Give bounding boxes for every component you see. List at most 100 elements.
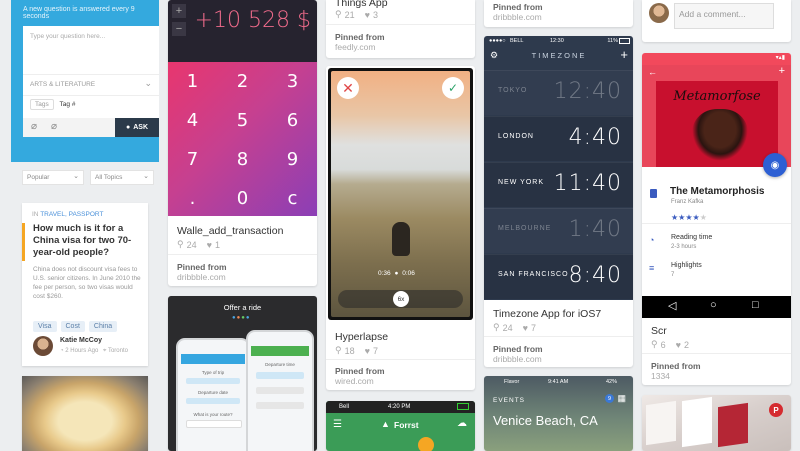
events-card[interactable]: Flavor 9:41 AM 42% EVENTS 9 ▦ Venice Bea… (484, 376, 633, 451)
pinned-source[interactable]: feedly.com (335, 42, 375, 52)
timezone-row[interactable]: LONDON 4:40 (484, 116, 633, 161)
avatar[interactable] (33, 336, 53, 356)
back-arrow-icon[interactable]: ← (648, 67, 657, 77)
clock-icon: ◔ (649, 235, 655, 245)
question-category-link[interactable]: TRAVEL, PASSPORT (40, 211, 103, 218)
menu-icon[interactable]: ☰ (333, 419, 342, 430)
key-dot[interactable]: . (168, 179, 217, 217)
tag-visa[interactable]: Visa (33, 321, 57, 332)
event-place[interactable]: Venice Beach, CA (493, 413, 598, 428)
filter-topics-select[interactable]: All Topics ⌄ (90, 170, 154, 185)
tags-chip[interactable]: Tags (30, 99, 54, 110)
pinned-source[interactable]: dribbble.com (493, 354, 542, 364)
timezone-row[interactable]: TOKYO 12:40 (484, 70, 633, 115)
departure-time-segment[interactable] (256, 372, 304, 379)
key-4[interactable]: 4 (168, 101, 217, 139)
pinned-label: Pinned from (335, 32, 385, 42)
key-6[interactable]: 6 (268, 101, 317, 139)
minus-icon[interactable]: − (172, 22, 186, 36)
ask-button[interactable]: ● ASK (115, 118, 159, 137)
question-title[interactable]: How much is it for a China visa for two … (33, 223, 143, 259)
signal-icon: ●●●●○ (489, 38, 506, 44)
key-9[interactable]: 9 (268, 140, 317, 178)
amount-display: +10 528 $ (194, 8, 311, 33)
check-button[interactable]: ✓ (442, 77, 464, 99)
pin-title[interactable]: Hyperlapse (335, 331, 388, 343)
pin-title[interactable]: Walle_add_transaction (177, 225, 283, 237)
saves-stat: ⚲ 21 (335, 9, 355, 20)
speed-slider[interactable]: 6x (338, 290, 463, 308)
tag-cost[interactable]: Cost (60, 321, 85, 332)
key-7[interactable]: 7 (168, 140, 217, 178)
fashion-app-card[interactable]: P (642, 395, 791, 451)
add-icon[interactable]: + (172, 4, 186, 18)
speed-knob[interactable]: 6x (393, 291, 409, 307)
eye-fab-button[interactable]: ◉ (763, 153, 787, 177)
link-icon[interactable]: ⌀ (51, 121, 57, 132)
ride-app-card[interactable]: Offer a ride ●●●● Type of trip Departure… (168, 296, 317, 451)
pin-title[interactable]: Timezone App for iOS7 (493, 308, 601, 320)
route-input[interactable] (186, 420, 242, 428)
events-label: EVENTS (493, 397, 526, 404)
option-segment[interactable] (256, 402, 304, 409)
tag-input[interactable]: Tag # (60, 101, 76, 108)
key-5[interactable]: 5 (218, 101, 267, 139)
key-clear[interactable]: c (268, 179, 317, 217)
attachment-bar: ⌀ ⌀ ● ASK (23, 118, 159, 137)
key-8[interactable]: 8 (218, 140, 267, 178)
trim-times: 0:36 ● 0:06 (378, 270, 415, 277)
carrier: Flavor (504, 379, 520, 385)
avatar[interactable] (649, 3, 669, 23)
calculator-card[interactable]: + − +10 528 $ 1 2 3 4 5 6 7 8 9 . 0 c Wa… (168, 0, 317, 286)
pinned-source[interactable]: dribbble.com (177, 272, 226, 282)
option-segment[interactable] (256, 387, 304, 394)
author-name[interactable]: Katie McCoy (60, 337, 102, 344)
grid-icon[interactable]: ▦ (617, 393, 626, 404)
add-zone-icon[interactable]: + (620, 47, 628, 62)
pin-title[interactable]: Scr (651, 325, 667, 337)
key-1[interactable]: 1 (168, 62, 217, 100)
timezone-city: LONDON (498, 133, 534, 140)
cloud-icon[interactable]: ☁ (457, 418, 467, 429)
author-time: 2 Hours Ago (65, 348, 99, 354)
timezone-row[interactable]: NEW YORK 11:40 (484, 162, 633, 207)
battery-icon (457, 403, 469, 410)
home-nav-icon[interactable]: ○ (710, 299, 717, 311)
pinterest-save-button[interactable]: P (769, 403, 783, 417)
key-3[interactable]: 3 (268, 62, 317, 100)
pinned-source[interactable]: wired.com (335, 376, 374, 386)
back-nav-icon[interactable]: ◁ (668, 299, 676, 312)
things-app-card[interactable]: Things App ⚲ 21 ♥ 3 Pinned from feedly.com (326, 0, 475, 58)
playhead-icon[interactable]: ● (394, 270, 398, 277)
pinned-source[interactable]: 1334 (651, 371, 670, 381)
top-pin-card[interactable]: Pinned from dribbble.com (484, 0, 633, 27)
timezone-row[interactable]: MELBOURNE 1:40 (484, 208, 633, 253)
question-card[interactable]: IN TRAVEL, PASSPORT How much is it for a… (22, 203, 148, 366)
comment-card: Add a comment... (642, 0, 791, 42)
tag-china[interactable]: China (88, 321, 118, 332)
key-0[interactable]: 0 (218, 179, 267, 217)
hyperlapse-card[interactable]: ✕ ✓ 0:36 ● 0:06 6x Hyperlapse ⚲ 18 ♥ 7 Pin… (326, 66, 475, 390)
saves-count: 6 (660, 339, 666, 350)
pin-title[interactable]: Things App (335, 0, 388, 9)
attach-icon[interactable]: ⌀ (31, 121, 37, 132)
timezone-card[interactable]: ●●●●○ BELL 12:30 11% ⚙ TIMEZONE + TOKYO 1… (484, 36, 633, 367)
pinned-source[interactable]: dribbble.com (493, 12, 542, 22)
comment-input[interactable]: Add a comment... (674, 3, 774, 29)
departure-date-segment[interactable] (186, 398, 240, 404)
close-button[interactable]: ✕ (337, 77, 359, 99)
likes-stat: ♥ 7 (523, 323, 536, 333)
add-icon[interactable]: + (779, 65, 785, 77)
filter-popular-select[interactable]: Popular ⌄ (22, 170, 84, 185)
forrst-card[interactable]: Bell 4:20 PM ☰ ▲ Forrst ☁ (326, 401, 475, 451)
key-2[interactable]: 2 (218, 62, 267, 100)
category-select[interactable]: ARTS & LITERATURE ⌄ (23, 74, 159, 96)
recents-nav-icon[interactable]: □ (752, 299, 759, 311)
book-title[interactable]: The Metamorphosis (670, 186, 764, 197)
metamorphosis-card[interactable]: ▾▴▮ ← + Metamorfose ◉ The Metamorphosis … (642, 53, 791, 385)
timezone-row[interactable]: SAN FRANCISCO 8:40 (484, 254, 633, 299)
trip-type-segment[interactable] (186, 378, 240, 384)
question-input[interactable]: Type your question here... (30, 33, 105, 40)
food-image-card[interactable] (22, 376, 148, 451)
timezone-list: TOKYO 12:40 LONDON 4:40 NEW YORK 11:40 MELBOUR… (484, 70, 633, 300)
